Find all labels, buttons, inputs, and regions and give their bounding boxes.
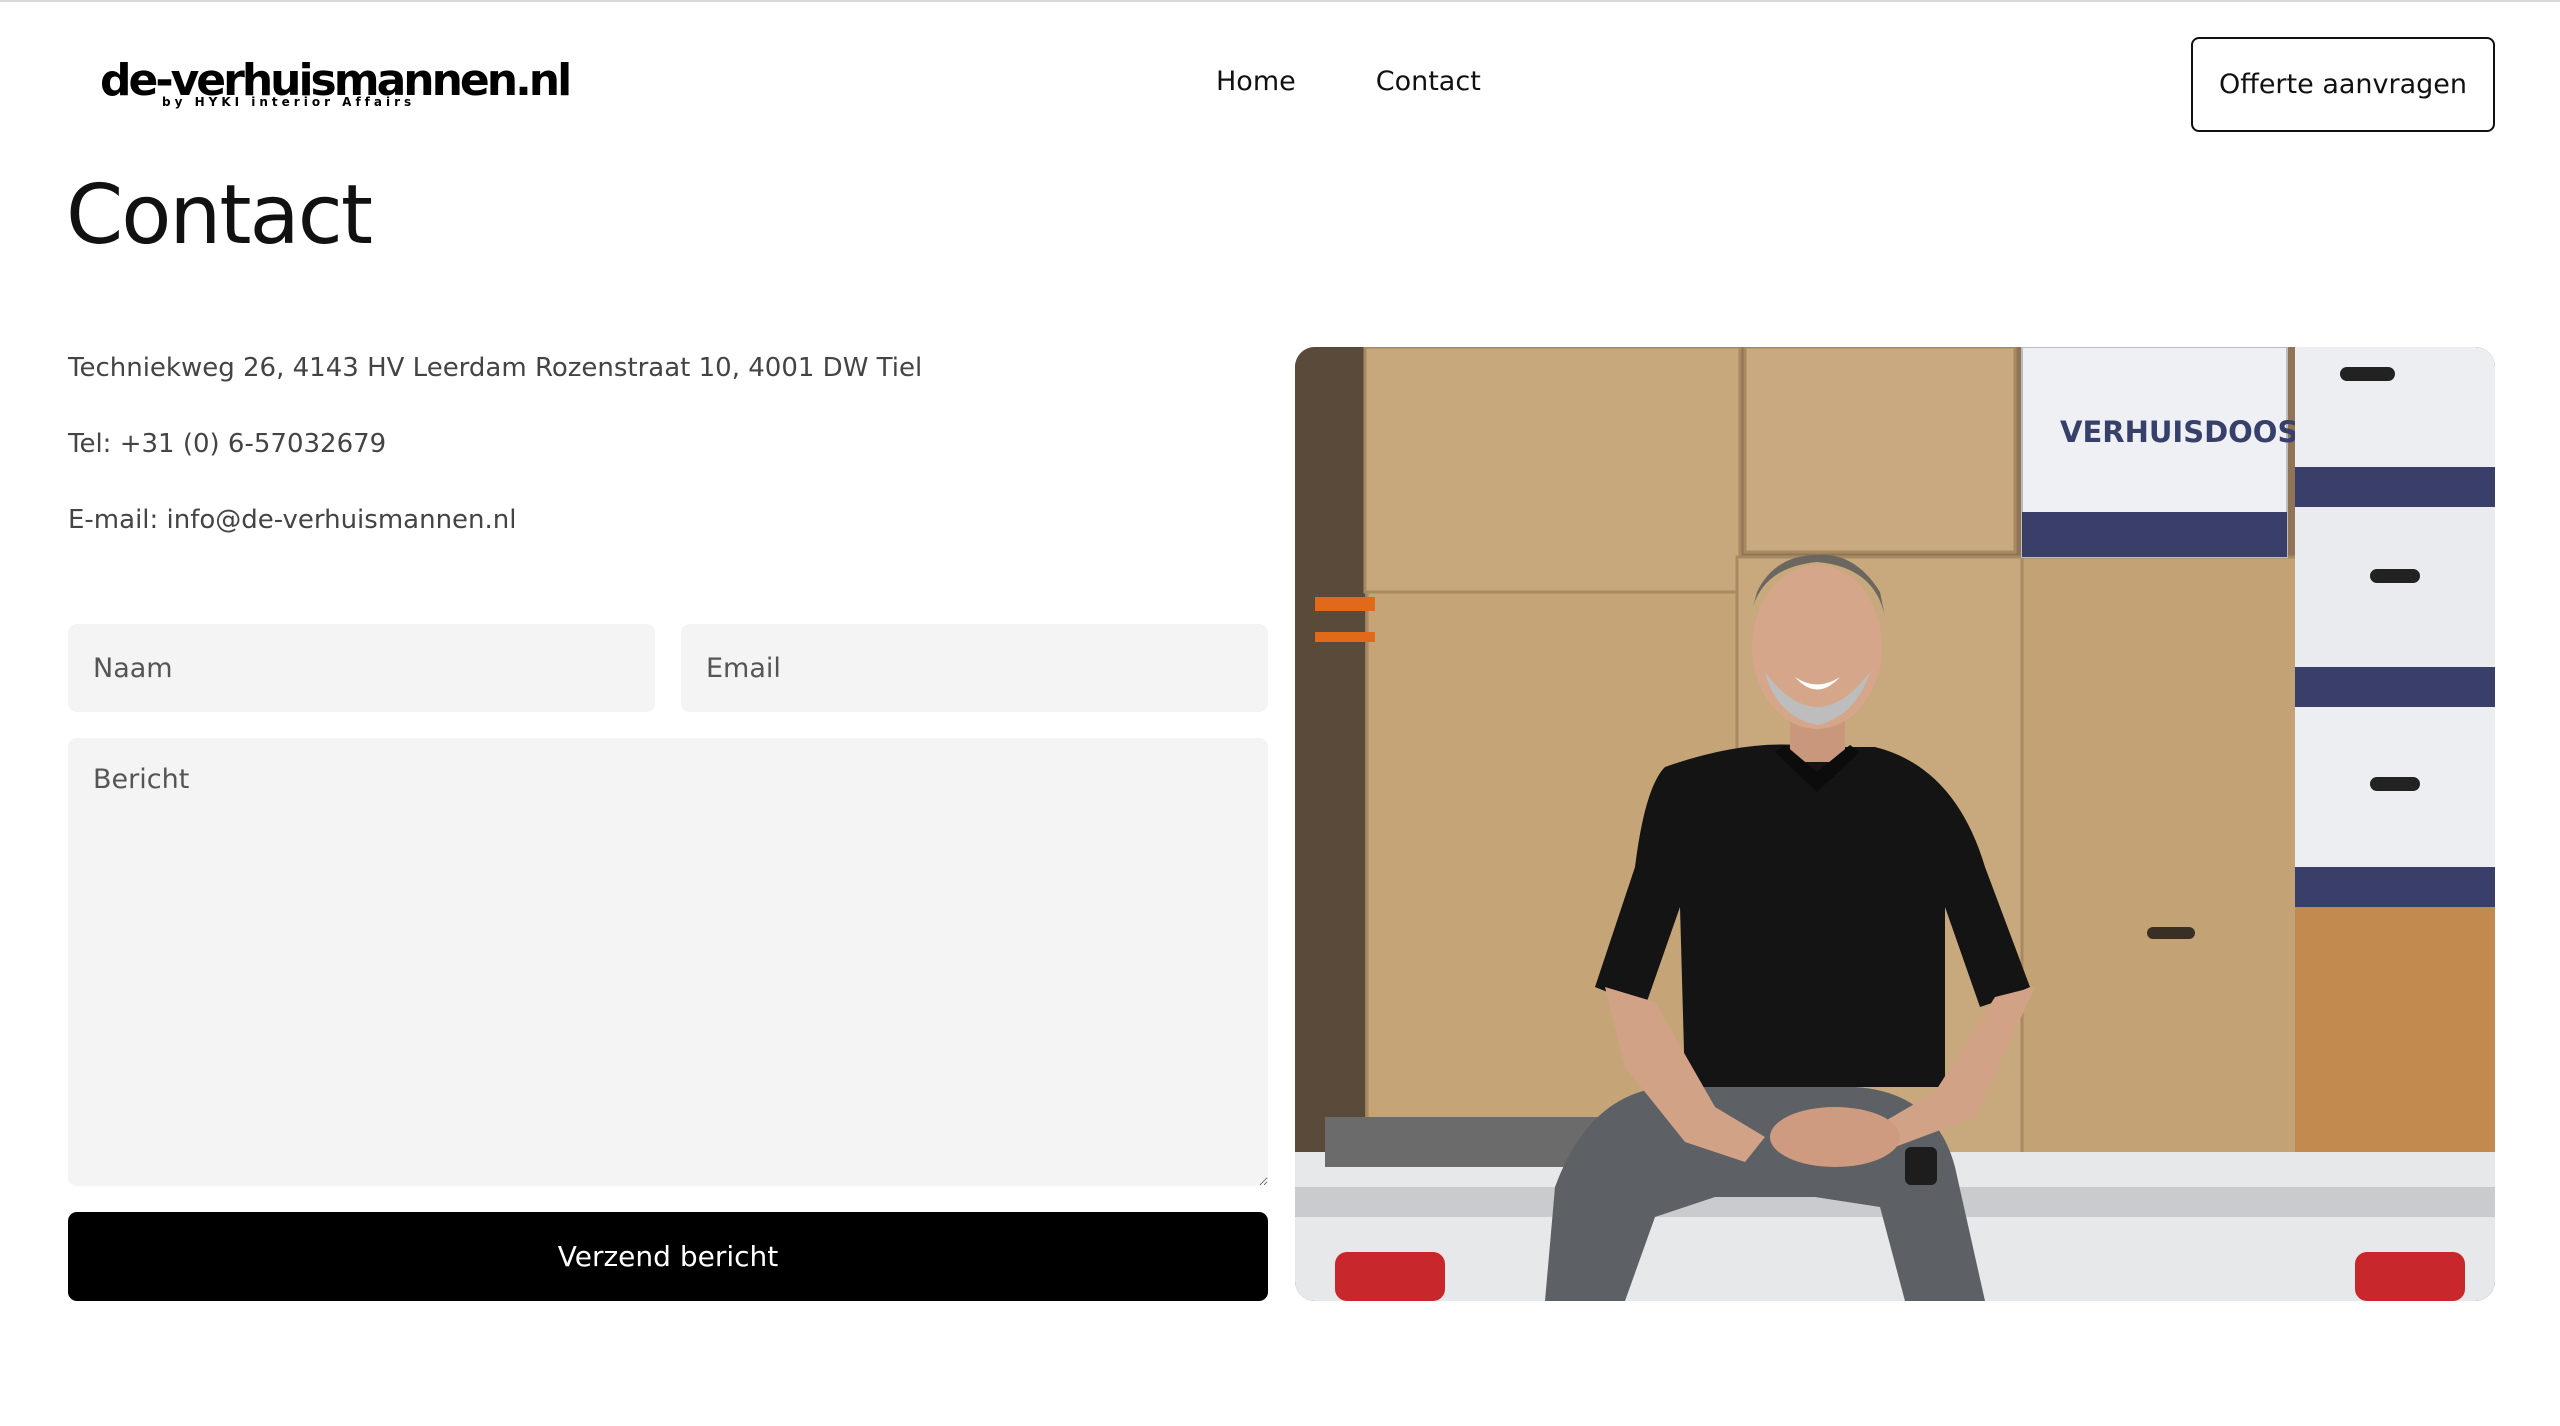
top-border: [0, 0, 2560, 2]
main-nav: Home Contact: [1216, 64, 1481, 100]
send-message-button[interactable]: Verzend bericht: [68, 1212, 1268, 1301]
phone-text: Tel: +31 (0) 6-57032679: [68, 429, 387, 459]
box-label: VERHUISDOOS: [2060, 415, 2298, 449]
address-text: Techniekweg 26, 4143 HV Leerdam Rozenstr…: [68, 353, 923, 383]
name-input[interactable]: [68, 624, 655, 712]
email-text: E-mail: info@de-verhuismannen.nl: [68, 505, 517, 535]
email-input[interactable]: [681, 624, 1268, 712]
request-quote-button[interactable]: Offerte aanvragen: [2191, 37, 2495, 132]
contact-photo: VERHUISDOOS: [1295, 347, 2495, 1301]
site-logo[interactable]: de-verhuismannen.nl by HYKI interior Aff…: [100, 54, 572, 112]
photo-man-sitting-with-moving-boxes-icon: VERHUISDOOS: [1295, 347, 2495, 1301]
nav-contact-link[interactable]: Contact: [1376, 64, 1481, 100]
message-textarea[interactable]: [68, 738, 1268, 1186]
logo-subtext: by HYKI interior Affairs: [162, 95, 416, 109]
page-title: Contact: [66, 168, 373, 263]
nav-home-link[interactable]: Home: [1216, 64, 1296, 100]
